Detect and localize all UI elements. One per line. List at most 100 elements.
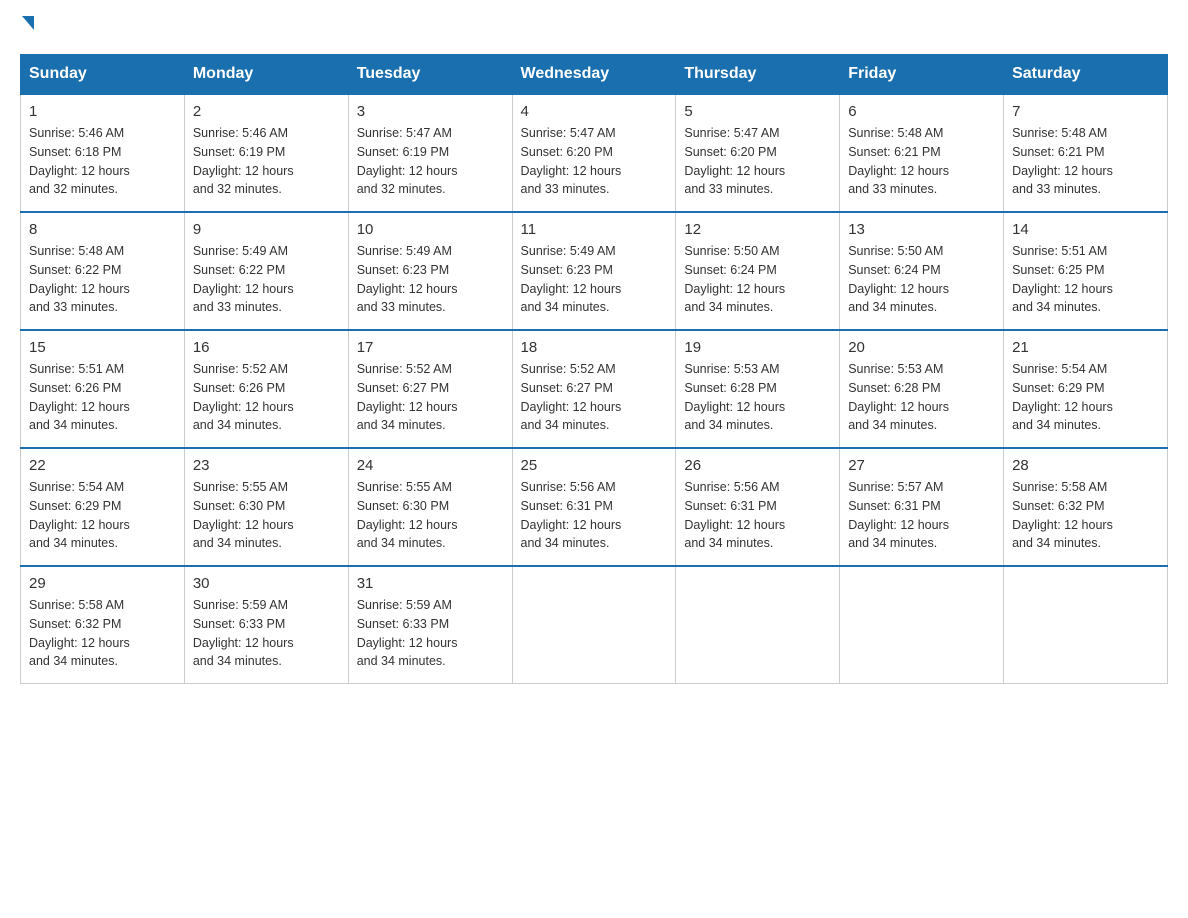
- day-number: 5: [684, 103, 831, 120]
- day-number: 2: [193, 103, 340, 120]
- calendar-cell: 6 Sunrise: 5:48 AM Sunset: 6:21 PM Dayli…: [840, 94, 1004, 212]
- calendar-cell: 2 Sunrise: 5:46 AM Sunset: 6:19 PM Dayli…: [184, 94, 348, 212]
- day-info: Sunrise: 5:58 AM Sunset: 6:32 PM Dayligh…: [29, 596, 176, 671]
- day-info: Sunrise: 5:53 AM Sunset: 6:28 PM Dayligh…: [684, 360, 831, 435]
- calendar-week-row: 8 Sunrise: 5:48 AM Sunset: 6:22 PM Dayli…: [21, 212, 1168, 330]
- day-number: 31: [357, 575, 504, 592]
- calendar-cell: 16 Sunrise: 5:52 AM Sunset: 6:26 PM Dayl…: [184, 330, 348, 448]
- calendar-cell: 26 Sunrise: 5:56 AM Sunset: 6:31 PM Dayl…: [676, 448, 840, 566]
- day-number: 4: [521, 103, 668, 120]
- calendar-cell: 11 Sunrise: 5:49 AM Sunset: 6:23 PM Dayl…: [512, 212, 676, 330]
- day-info: Sunrise: 5:56 AM Sunset: 6:31 PM Dayligh…: [521, 478, 668, 553]
- calendar-cell: 8 Sunrise: 5:48 AM Sunset: 6:22 PM Dayli…: [21, 212, 185, 330]
- calendar-cell: 12 Sunrise: 5:50 AM Sunset: 6:24 PM Dayl…: [676, 212, 840, 330]
- col-header-friday: Friday: [840, 55, 1004, 95]
- day-number: 18: [521, 339, 668, 356]
- col-header-sunday: Sunday: [21, 55, 185, 95]
- day-info: Sunrise: 5:47 AM Sunset: 6:19 PM Dayligh…: [357, 124, 504, 199]
- logo: [20, 20, 34, 34]
- day-number: 12: [684, 221, 831, 238]
- day-number: 1: [29, 103, 176, 120]
- calendar-table: SundayMondayTuesdayWednesdayThursdayFrid…: [20, 54, 1168, 684]
- day-info: Sunrise: 5:48 AM Sunset: 6:21 PM Dayligh…: [1012, 124, 1159, 199]
- col-header-monday: Monday: [184, 55, 348, 95]
- day-info: Sunrise: 5:49 AM Sunset: 6:23 PM Dayligh…: [521, 242, 668, 317]
- calendar-cell: 17 Sunrise: 5:52 AM Sunset: 6:27 PM Dayl…: [348, 330, 512, 448]
- day-info: Sunrise: 5:57 AM Sunset: 6:31 PM Dayligh…: [848, 478, 995, 553]
- day-number: 29: [29, 575, 176, 592]
- calendar-cell: [676, 566, 840, 684]
- calendar-cell: 31 Sunrise: 5:59 AM Sunset: 6:33 PM Dayl…: [348, 566, 512, 684]
- day-number: 24: [357, 457, 504, 474]
- day-number: 21: [1012, 339, 1159, 356]
- calendar-cell: [512, 566, 676, 684]
- day-info: Sunrise: 5:50 AM Sunset: 6:24 PM Dayligh…: [848, 242, 995, 317]
- calendar-cell: 20 Sunrise: 5:53 AM Sunset: 6:28 PM Dayl…: [840, 330, 1004, 448]
- col-header-thursday: Thursday: [676, 55, 840, 95]
- calendar-cell: 29 Sunrise: 5:58 AM Sunset: 6:32 PM Dayl…: [21, 566, 185, 684]
- day-info: Sunrise: 5:49 AM Sunset: 6:22 PM Dayligh…: [193, 242, 340, 317]
- day-number: 17: [357, 339, 504, 356]
- day-number: 23: [193, 457, 340, 474]
- day-info: Sunrise: 5:56 AM Sunset: 6:31 PM Dayligh…: [684, 478, 831, 553]
- day-number: 16: [193, 339, 340, 356]
- day-number: 15: [29, 339, 176, 356]
- day-info: Sunrise: 5:48 AM Sunset: 6:21 PM Dayligh…: [848, 124, 995, 199]
- calendar-cell: 25 Sunrise: 5:56 AM Sunset: 6:31 PM Dayl…: [512, 448, 676, 566]
- calendar-cell: 10 Sunrise: 5:49 AM Sunset: 6:23 PM Dayl…: [348, 212, 512, 330]
- calendar-week-row: 22 Sunrise: 5:54 AM Sunset: 6:29 PM Dayl…: [21, 448, 1168, 566]
- logo-arrow-icon: [22, 16, 34, 30]
- calendar-cell: 28 Sunrise: 5:58 AM Sunset: 6:32 PM Dayl…: [1004, 448, 1168, 566]
- day-info: Sunrise: 5:50 AM Sunset: 6:24 PM Dayligh…: [684, 242, 831, 317]
- day-number: 9: [193, 221, 340, 238]
- page-header: [20, 20, 1168, 34]
- day-number: 19: [684, 339, 831, 356]
- day-info: Sunrise: 5:51 AM Sunset: 6:26 PM Dayligh…: [29, 360, 176, 435]
- day-info: Sunrise: 5:47 AM Sunset: 6:20 PM Dayligh…: [684, 124, 831, 199]
- day-info: Sunrise: 5:53 AM Sunset: 6:28 PM Dayligh…: [848, 360, 995, 435]
- day-number: 11: [521, 221, 668, 238]
- day-info: Sunrise: 5:47 AM Sunset: 6:20 PM Dayligh…: [521, 124, 668, 199]
- day-number: 25: [521, 457, 668, 474]
- calendar-cell: [1004, 566, 1168, 684]
- day-info: Sunrise: 5:58 AM Sunset: 6:32 PM Dayligh…: [1012, 478, 1159, 553]
- calendar-cell: 1 Sunrise: 5:46 AM Sunset: 6:18 PM Dayli…: [21, 94, 185, 212]
- calendar-header-row: SundayMondayTuesdayWednesdayThursdayFrid…: [21, 55, 1168, 95]
- day-info: Sunrise: 5:46 AM Sunset: 6:19 PM Dayligh…: [193, 124, 340, 199]
- calendar-cell: 4 Sunrise: 5:47 AM Sunset: 6:20 PM Dayli…: [512, 94, 676, 212]
- day-number: 20: [848, 339, 995, 356]
- day-info: Sunrise: 5:52 AM Sunset: 6:27 PM Dayligh…: [521, 360, 668, 435]
- day-number: 3: [357, 103, 504, 120]
- day-info: Sunrise: 5:48 AM Sunset: 6:22 PM Dayligh…: [29, 242, 176, 317]
- day-info: Sunrise: 5:54 AM Sunset: 6:29 PM Dayligh…: [29, 478, 176, 553]
- day-info: Sunrise: 5:49 AM Sunset: 6:23 PM Dayligh…: [357, 242, 504, 317]
- day-number: 28: [1012, 457, 1159, 474]
- calendar-cell: 14 Sunrise: 5:51 AM Sunset: 6:25 PM Dayl…: [1004, 212, 1168, 330]
- col-header-saturday: Saturday: [1004, 55, 1168, 95]
- calendar-cell: 5 Sunrise: 5:47 AM Sunset: 6:20 PM Dayli…: [676, 94, 840, 212]
- day-number: 7: [1012, 103, 1159, 120]
- calendar-cell: 7 Sunrise: 5:48 AM Sunset: 6:21 PM Dayli…: [1004, 94, 1168, 212]
- day-info: Sunrise: 5:52 AM Sunset: 6:26 PM Dayligh…: [193, 360, 340, 435]
- calendar-cell: 24 Sunrise: 5:55 AM Sunset: 6:30 PM Dayl…: [348, 448, 512, 566]
- calendar-cell: 27 Sunrise: 5:57 AM Sunset: 6:31 PM Dayl…: [840, 448, 1004, 566]
- day-info: Sunrise: 5:51 AM Sunset: 6:25 PM Dayligh…: [1012, 242, 1159, 317]
- day-info: Sunrise: 5:54 AM Sunset: 6:29 PM Dayligh…: [1012, 360, 1159, 435]
- col-header-tuesday: Tuesday: [348, 55, 512, 95]
- day-number: 6: [848, 103, 995, 120]
- day-number: 30: [193, 575, 340, 592]
- calendar-week-row: 29 Sunrise: 5:58 AM Sunset: 6:32 PM Dayl…: [21, 566, 1168, 684]
- calendar-cell: 23 Sunrise: 5:55 AM Sunset: 6:30 PM Dayl…: [184, 448, 348, 566]
- calendar-cell: 19 Sunrise: 5:53 AM Sunset: 6:28 PM Dayl…: [676, 330, 840, 448]
- calendar-cell: 22 Sunrise: 5:54 AM Sunset: 6:29 PM Dayl…: [21, 448, 185, 566]
- day-info: Sunrise: 5:59 AM Sunset: 6:33 PM Dayligh…: [357, 596, 504, 671]
- day-info: Sunrise: 5:59 AM Sunset: 6:33 PM Dayligh…: [193, 596, 340, 671]
- calendar-week-row: 1 Sunrise: 5:46 AM Sunset: 6:18 PM Dayli…: [21, 94, 1168, 212]
- day-info: Sunrise: 5:46 AM Sunset: 6:18 PM Dayligh…: [29, 124, 176, 199]
- day-number: 26: [684, 457, 831, 474]
- day-number: 22: [29, 457, 176, 474]
- calendar-cell: 15 Sunrise: 5:51 AM Sunset: 6:26 PM Dayl…: [21, 330, 185, 448]
- calendar-cell: [840, 566, 1004, 684]
- calendar-week-row: 15 Sunrise: 5:51 AM Sunset: 6:26 PM Dayl…: [21, 330, 1168, 448]
- day-number: 14: [1012, 221, 1159, 238]
